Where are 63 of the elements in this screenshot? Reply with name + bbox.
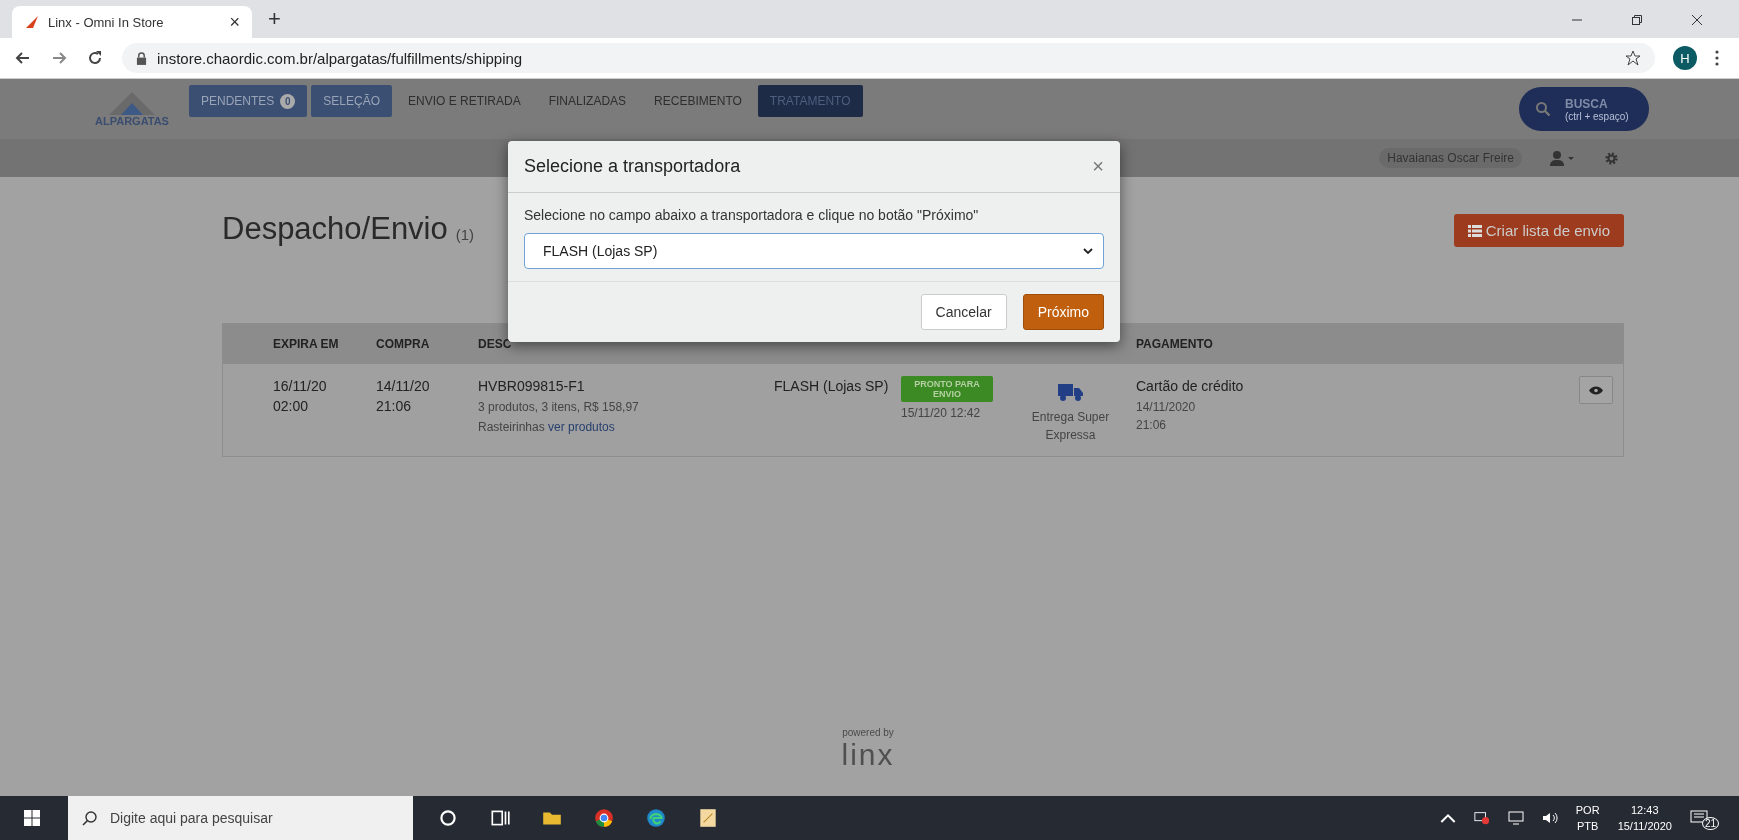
powered-by-text: powered by [842,727,894,738]
payment-time: 14/11/2020 21:06 [1136,399,1197,435]
column-header: PAGAMENTO [1136,337,1213,351]
carrier-name: FLASH (Lojas SP) [774,378,889,394]
address-bar[interactable]: instore.chaordic.com.br/alpargatas/fulfillments/shipping [122,43,1655,73]
purchase-date: 14/11/20 21:06 [376,378,430,415]
expiry-date: 16/11/20 02:00 [273,378,327,415]
payment-method: Cartão de crédito [1136,377,1245,396]
list-icon [1467,224,1482,237]
dialog-text: Selecione no campo abaixo a transportadora e clique no botão "Próximo" [524,207,980,223]
menu-icon[interactable] [1715,50,1719,66]
language-indicator[interactable]: POR PTB [1575,801,1600,835]
column-header: COMPRA [376,337,430,351]
search-hint: (ctrl + espaço) [1565,110,1629,122]
column-header: EXPIRA EM [273,337,339,351]
speaker-icon[interactable] [1541,811,1558,825]
tab-close-button[interactable]: × [229,11,240,33]
next-button[interactable]: Próximo [1022,294,1104,330]
view-products-link[interactable]: ver produtos [548,420,615,435]
cancel-button[interactable]: Cancelar [920,294,1007,330]
user-icon[interactable] [1550,150,1576,166]
page-title: Despacho/Envio [222,211,448,247]
close-button[interactable]: × [1092,155,1104,178]
lock-icon [136,51,147,65]
order-id: HVBR099815-F1 [478,377,586,396]
count-badge: 0 [280,93,296,109]
footer-logo: linx [841,738,895,772]
product-name: Rasteirinhas [478,420,545,435]
restore-icon[interactable] [1631,14,1643,26]
dialog-title: Selecione a transportadora [524,156,741,177]
reload-icon[interactable] [86,49,104,67]
status-time: 15/11/20 12:42 [901,405,982,422]
clock[interactable]: 12:43 15/11/2020 [1617,801,1672,835]
item-count: (1) [455,226,475,245]
settings-icon[interactable] [1604,150,1619,166]
search-button[interactable]: BUSCA (ctrl + espaço) [1519,87,1649,131]
new-tab-button[interactable]: + [268,6,281,32]
star-icon[interactable] [1625,50,1641,66]
taskbar-search-field[interactable]: Digite aqui para pesquisar [68,796,413,840]
windows-start-icon[interactable] [24,810,40,826]
truck-icon [1057,382,1084,402]
create-list-button[interactable]: Criar lista de envio [1453,214,1624,247]
notifications-button[interactable]: 21 [1689,806,1725,830]
delivery-type: Entrega Super Expressa [1030,409,1111,444]
caret-icon [1083,248,1093,254]
search-icon [82,810,98,826]
close-icon[interactable] [1691,14,1703,26]
search-label: BUSCA [1565,96,1609,111]
tab-title: Linx - Omni In Store [48,14,165,30]
view-button[interactable] [1579,376,1613,404]
profile-avatar[interactable]: H [1673,46,1697,70]
order-summary: 3 produtos, 3 itens, R$ 158,97 [478,399,640,417]
chevron-up-icon[interactable] [1439,811,1456,825]
brand-logo: ALPARGATAS [95,91,169,127]
monitor-icon[interactable] [1507,811,1524,825]
nav-tab[interactable]: PENDENTES 0 [188,85,308,117]
status-badge: PRONTO PARA ENVIO [901,376,993,402]
column-header: DESC [478,337,512,351]
url-text: instore.chaordic.com.br/alpargatas/fulfillments/shipping [157,49,524,67]
carrier-select[interactable]: FLASH (Lojas SP) [524,233,1104,269]
eye-icon [1589,385,1603,395]
search-icon [1535,101,1551,117]
browser-tab[interactable]: Linx - Omni In Store × [12,6,252,38]
